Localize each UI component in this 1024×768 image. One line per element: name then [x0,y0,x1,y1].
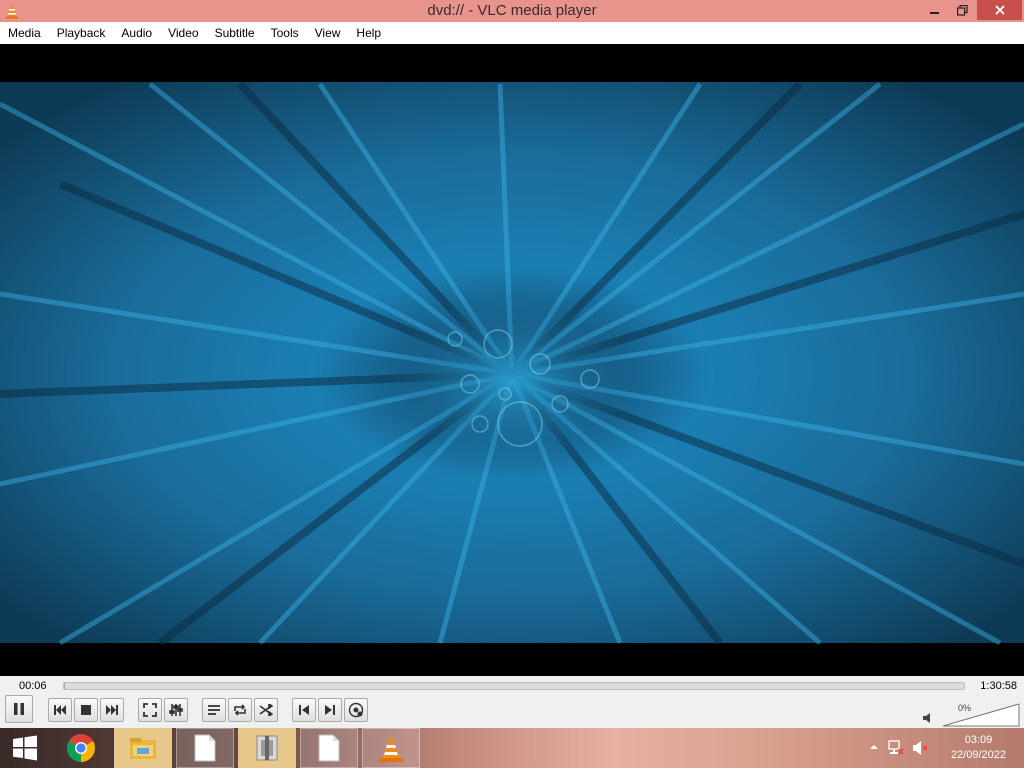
minimize-button[interactable] [920,0,950,20]
loop-icon [234,704,246,716]
taskbar-file-explorer[interactable] [114,728,172,768]
window-title: dvd:// - VLC media player [427,2,597,19]
next-button[interactable] [100,698,124,722]
previous-icon [54,705,66,715]
speaker-muted-icon[interactable] [912,740,928,756]
menu-tools[interactable]: Tools [263,22,307,44]
fullscreen-icon [143,703,157,717]
network-icon[interactable] [888,740,904,756]
close-button[interactable] [977,0,1022,20]
menu-view[interactable]: View [307,22,349,44]
playlist-icon [208,705,220,715]
system-clock[interactable]: 03:09 22/09/2022 [951,733,1006,763]
previous-frame-icon [299,705,309,715]
minimize-icon [930,12,939,14]
taskbar-vlc[interactable] [362,728,420,768]
stop-icon [81,705,91,715]
title-bar: dvd:// - VLC media player [0,0,1024,22]
stop-button[interactable] [74,698,98,722]
menu-video[interactable]: Video [160,22,206,44]
shuffle-button[interactable] [254,698,278,722]
shuffle-icon [259,704,273,716]
clock-date: 22/09/2022 [950,749,1006,761]
fullscreen-button[interactable] [138,698,162,722]
next-frame-icon [325,705,335,715]
next-frame-button[interactable] [318,698,342,722]
next-icon [106,705,118,715]
restore-icon [956,4,968,16]
seek-bar[interactable] [63,682,965,690]
vlc-icon [379,735,403,762]
video-frame [0,81,1024,647]
archive-icon [256,735,278,761]
file-explorer-icon [130,738,156,759]
taskbar-chrome[interactable] [52,728,110,768]
previous-button[interactable] [48,698,72,722]
start-button[interactable] [0,728,50,768]
extended-settings-icon [169,704,183,716]
menu-subtitle[interactable]: Subtitle [207,22,263,44]
volume-slider[interactable] [942,703,1020,727]
playlist-button[interactable] [202,698,226,722]
menu-media[interactable]: Media [0,22,49,44]
menu-playback[interactable]: Playback [49,22,114,44]
menu-audio[interactable]: Audio [113,22,160,44]
document-icon [318,734,340,762]
previous-frame-button[interactable] [292,698,316,722]
clock-time: 03:09 [964,734,993,746]
menu-help[interactable]: Help [348,22,389,44]
loop-button[interactable] [228,698,252,722]
restore-button[interactable] [948,0,976,20]
taskbar-document-2[interactable] [300,728,358,768]
show-hidden-icons-icon[interactable] [869,742,879,752]
elapsed-time: 00:06 [19,680,47,692]
close-icon [994,5,1005,15]
windows-start-icon [13,735,37,761]
snapshot-icon [348,702,364,718]
video-display[interactable] [0,44,1024,676]
menu-bar: Media Playback Audio Video Subtitle Tool… [0,22,1024,44]
pause-button[interactable] [5,695,33,723]
pause-icon [14,703,24,715]
taskbar: 03:09 22/09/2022 [0,728,1024,768]
mute-icon[interactable] [922,712,934,724]
document-icon [194,734,216,762]
extended-settings-button[interactable] [164,698,188,722]
taskbar-archive[interactable] [238,728,296,768]
seek-progress [64,683,65,689]
taskbar-document-1[interactable] [176,728,234,768]
snapshot-button[interactable] [344,698,368,722]
chrome-icon [67,734,95,762]
total-time[interactable]: 1:30:58 [980,680,1017,692]
player-controls: 00:06 1:30:58 0% [0,676,1024,728]
